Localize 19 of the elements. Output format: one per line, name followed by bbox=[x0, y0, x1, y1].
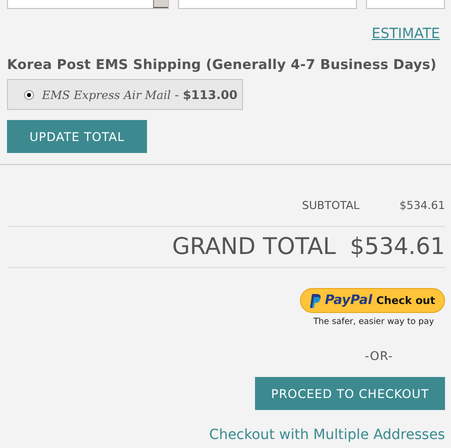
or-separator: -OR- bbox=[364, 349, 393, 363]
radio-button[interactable] bbox=[24, 90, 34, 100]
subtotal-label: SUBTOTAL bbox=[302, 199, 360, 214]
subtotal-value: $534.61 bbox=[400, 199, 445, 214]
update-total-button[interactable]: UPDATE TOTAL bbox=[7, 120, 147, 153]
paypal-checkout-button[interactable]: PayPal Check out bbox=[300, 288, 445, 313]
multiple-addresses-link[interactable]: Checkout with Multiple Addresses bbox=[209, 427, 445, 443]
input-field[interactable] bbox=[178, 0, 357, 9]
shipping-carrier: Korea Post EMS Shipping (Generally 4-7 Business Days) bbox=[7, 57, 438, 73]
grand-total-value: $534.61 bbox=[350, 234, 445, 260]
grand-total-label: GRAND TOTAL bbox=[172, 234, 336, 260]
estimate-link[interactable]: ESTIMATE bbox=[372, 26, 440, 42]
paypal-p-icon bbox=[310, 294, 321, 308]
paypal-tagline: The safer, easier way to pay bbox=[313, 317, 434, 327]
shipping-option[interactable]: EMS Express Air Mail - $113.00 bbox=[7, 79, 243, 110]
proceed-to-checkout-button[interactable]: PROCEED TO CHECKOUT bbox=[255, 377, 445, 410]
option-label: EMS Express Air Mail - $113.00 bbox=[42, 88, 238, 102]
country-select[interactable] bbox=[7, 0, 169, 9]
input-field[interactable] bbox=[366, 0, 445, 9]
